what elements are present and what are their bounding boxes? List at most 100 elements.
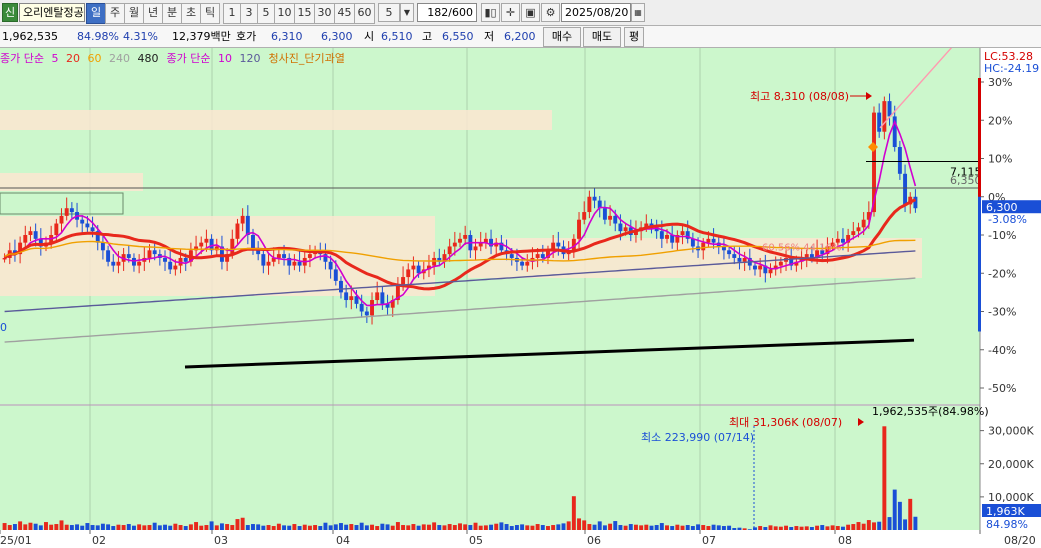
volume-bar (851, 524, 856, 530)
volume-bar (872, 522, 876, 530)
interval-button-15[interactable]: 15 (294, 3, 315, 24)
volume-bar (789, 527, 794, 530)
sell-button[interactable]: 매도 (583, 27, 621, 47)
period-button-0[interactable]: 일 (86, 3, 106, 24)
crosshair-icon[interactable]: ✛ (501, 3, 520, 22)
volume-bar (240, 517, 245, 530)
volume-bar (830, 525, 835, 530)
range-bar-blue (978, 196, 981, 332)
period-button-3[interactable]: 년 (143, 3, 163, 24)
save-icon[interactable]: ▣ (521, 3, 540, 22)
quote-label: 호가 (236, 30, 257, 43)
interval-button-5[interactable]: 5 (257, 3, 275, 24)
candle-settings-icon[interactable]: ▮▯ (481, 3, 500, 22)
volume-bar (815, 525, 820, 530)
candle-body (851, 231, 856, 235)
info-bar: 1,962,535 84.98% 4.31% 12,379백만 호가 6,310… (0, 26, 1041, 48)
x-axis-bg (0, 530, 1041, 548)
volume-bar (566, 521, 571, 530)
y-tick-label: -40% (988, 344, 1016, 357)
interval-dropdown-arrow-icon[interactable]: ▼ (400, 3, 414, 22)
stock-badge[interactable]: 신 (2, 3, 18, 22)
volume-bar (245, 525, 250, 530)
candle-body (447, 246, 452, 255)
period-button-6[interactable]: 틱 (200, 3, 220, 24)
candle-body (897, 147, 902, 174)
calendar-icon[interactable]: ▦ (631, 3, 645, 22)
volume-bar (892, 489, 897, 530)
volume-bar (349, 524, 354, 530)
volume-bar (494, 523, 499, 530)
volume-tick-label: 30,000K (988, 425, 1034, 438)
y-tick-label: -30% (988, 306, 1016, 319)
candle-body (732, 254, 737, 258)
bar-count-total: /600 (448, 6, 473, 19)
date-input[interactable]: 2025/08/20 (561, 3, 631, 22)
candle-body (85, 223, 90, 228)
interval-select[interactable]: 5 (378, 3, 400, 22)
volume-bar (794, 526, 799, 530)
volume-bar (763, 527, 768, 530)
y-tick-label: 10% (988, 153, 1012, 166)
period-button-2[interactable]: 월 (124, 3, 144, 24)
volume-bar (846, 524, 851, 530)
volume-current-label: 1,963K (986, 505, 1025, 518)
candle-body (406, 269, 411, 278)
candle-body (727, 250, 732, 255)
eval-button[interactable]: 평 (624, 27, 644, 47)
volume-bar (80, 525, 85, 530)
volume-bar (230, 525, 235, 530)
volume-bar (364, 525, 369, 530)
volume-bar (773, 526, 778, 530)
ma2-title: 종가 단순 (166, 52, 211, 65)
volume-bar (608, 523, 613, 530)
volume-bar (499, 522, 504, 530)
interval-button-45[interactable]: 45 (334, 3, 355, 24)
candle-body (266, 261, 271, 266)
volume-max-annotation: 최대 31,306K (08/07) (729, 416, 842, 429)
x-tick-label: 02 (92, 534, 106, 547)
volume-bar (592, 524, 597, 530)
ma-period-20: 20 (62, 52, 80, 65)
volume-bar (106, 524, 111, 530)
volume-bar (706, 526, 711, 530)
price-chart[interactable]: 30%20%10%0%-10%-20%-30%-40%-50%7,1156,35… (0, 48, 1041, 548)
volume-tick-label: 20,000K (988, 458, 1034, 471)
settings-gear-icon[interactable]: ⚙ (541, 3, 560, 22)
volume-bar (328, 525, 333, 530)
buy-button[interactable]: 매수 (543, 27, 581, 47)
stock-name-field[interactable]: 오리엔탈정공 (19, 3, 85, 22)
interval-button-10[interactable]: 10 (274, 3, 295, 24)
period-button-5[interactable]: 초 (181, 3, 201, 24)
candle-body (520, 261, 525, 266)
ma-periods: 5 20 60 240 480 (48, 52, 163, 65)
candle-body (778, 261, 783, 266)
interval-button-1[interactable]: 1 (223, 3, 241, 24)
interval-button-30[interactable]: 30 (314, 3, 335, 24)
candle-body (877, 112, 882, 132)
candle-body (90, 227, 95, 232)
volume-bar (727, 525, 732, 530)
volume-tick-label: 10,000K (988, 491, 1034, 504)
candle-body (540, 254, 545, 258)
volume-bar (768, 525, 773, 530)
volume-bar (644, 524, 649, 530)
candle-body (887, 101, 892, 117)
interval-button-3[interactable]: 3 (240, 3, 258, 24)
x-tick-label: 08 (838, 534, 852, 547)
bar-count-input[interactable]: 182/600 (417, 3, 477, 22)
volume-bar (913, 516, 918, 530)
volume-bar (163, 524, 167, 530)
trade-amount: 12,379백만 (172, 30, 231, 43)
period-button-1[interactable]: 주 (105, 3, 125, 24)
y-tick-label: -10% (988, 229, 1016, 242)
period-button-4[interactable]: 분 (162, 3, 182, 24)
volume-bar (882, 426, 887, 530)
volume-current-title: 1,962,535주(84.98%) (872, 405, 989, 418)
quote-ask: 6,310 (271, 30, 303, 43)
volume-bar (701, 525, 706, 530)
open-value: 6,510 (381, 30, 413, 43)
x-tick-label: 03 (214, 534, 228, 547)
interval-button-60[interactable]: 60 (354, 3, 375, 24)
volume-bar (157, 525, 162, 530)
